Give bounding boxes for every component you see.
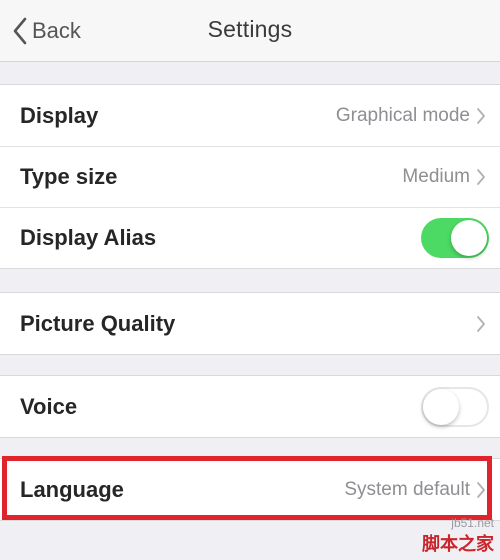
display-settings-group: Display Graphical mode Type size Medium … [0, 84, 500, 269]
display-alias-toggle[interactable] [421, 217, 489, 258]
toggle-knob [423, 388, 459, 425]
chevron-right-icon [477, 168, 485, 185]
setting-value-text: Graphical mode [335, 104, 470, 126]
chevron-right-icon [477, 315, 485, 332]
voice-toggle[interactable] [421, 386, 489, 427]
page-title: Settings [207, 16, 293, 42]
setting-label: Display [20, 102, 99, 128]
watermark-url: jb51.net [451, 516, 494, 530]
setting-value-text: Medium [402, 165, 470, 187]
setting-row-display[interactable]: Display Graphical mode [0, 85, 500, 146]
voice-settings-group: Voice [0, 375, 500, 438]
chevron-right-icon [477, 481, 485, 498]
setting-label: Picture Quality [20, 310, 176, 336]
setting-label: Voice [20, 393, 78, 419]
setting-label: Display Alias [20, 224, 157, 250]
navigation-bar: Back Settings [0, 0, 500, 62]
setting-label: Type size [20, 163, 118, 189]
setting-value [470, 293, 486, 354]
setting-row-picture-quality[interactable]: Picture Quality [0, 293, 500, 354]
setting-row-voice: Voice [0, 376, 500, 437]
watermark: jb51.net 脚本之家 [422, 516, 494, 556]
settings-screen: Back Settings Display Graphical mode Typ… [0, 0, 500, 560]
setting-row-language[interactable]: Language System default [0, 459, 500, 520]
toggle-knob [451, 219, 487, 256]
setting-value-text: System default [344, 478, 470, 500]
picture-settings-group: Picture Quality [0, 292, 500, 355]
chevron-right-icon [477, 107, 485, 124]
watermark-brand: 脚本之家 [422, 534, 494, 554]
setting-value: System default [344, 459, 486, 520]
language-settings-group: Language System default [0, 458, 500, 521]
setting-row-display-alias: Display Alias [0, 207, 500, 268]
setting-row-type-size[interactable]: Type size Medium [0, 146, 500, 207]
setting-value: Graphical mode [336, 85, 486, 146]
setting-value: Medium [402, 146, 486, 207]
setting-label: Language [20, 476, 124, 502]
